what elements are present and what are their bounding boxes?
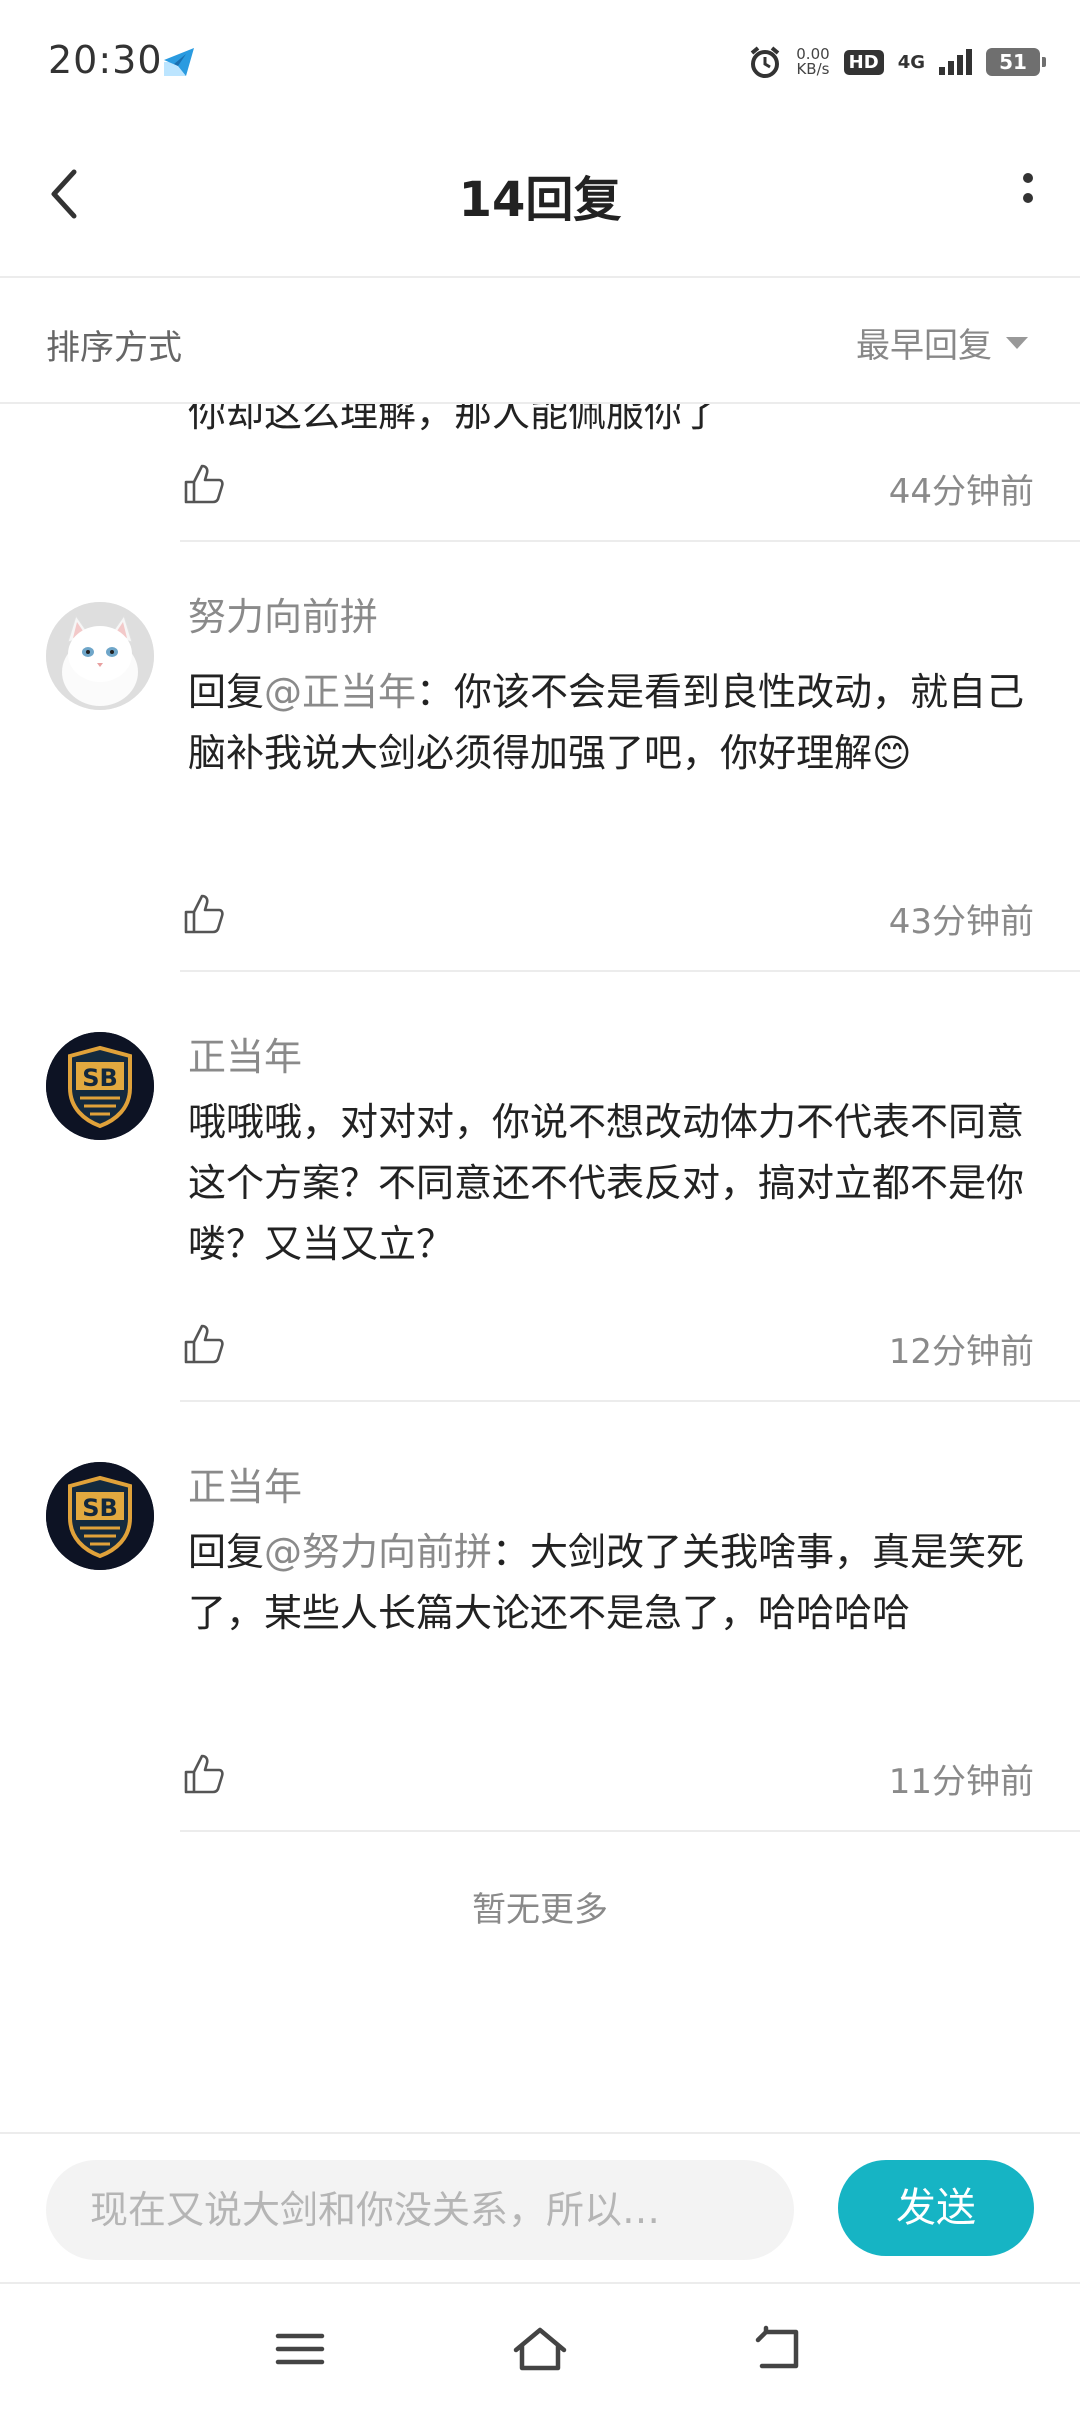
reply-input[interactable]: 现在又说大剑和你没关系，所以… xyxy=(46,2160,794,2260)
reply-time: 44分钟前 xyxy=(888,472,1034,512)
reply-content: 哦哦哦，对对对，你说不想改动体力不代表不同意这个方案？不同意还不代表反对，搞对立… xyxy=(188,1092,1038,1275)
page-title: 14回复 xyxy=(458,172,622,228)
reply-prefix: 回复 xyxy=(188,1530,265,1574)
status-time: 20:30 xyxy=(48,38,163,82)
reply-content: 回复@正当年：你该不会是看到良性改动，就自己脑补我说大剑必须得加强了吧，你好理解… xyxy=(188,662,1038,784)
like-icon[interactable] xyxy=(182,462,226,506)
sort-bar: 排序方式 最早回复 xyxy=(0,278,1080,404)
reply-time: 43分钟前 xyxy=(888,902,1034,942)
reply-author[interactable]: 正当年 xyxy=(188,1026,302,1081)
partial-reply-text: 你却这么理解，那人能佩服你了 xyxy=(188,404,721,435)
sb-shield-avatar-icon: SB xyxy=(46,1462,154,1570)
avatar[interactable] xyxy=(46,602,154,710)
sort-dropdown[interactable]: 最早回复 xyxy=(856,318,1028,367)
system-nav-bar xyxy=(0,2282,1080,2410)
divider xyxy=(180,1400,1080,1402)
avatar[interactable]: SB xyxy=(46,1462,154,1570)
reply-author[interactable]: 正当年 xyxy=(188,1456,302,1511)
back-icon[interactable] xyxy=(750,2324,810,2374)
status-icons: 0.00 KB/s HD 4G 51 xyxy=(748,40,1046,84)
sort-label: 排序方式 xyxy=(46,328,182,368)
send-button[interactable]: 发送 xyxy=(838,2160,1034,2256)
sb-shield-avatar-icon: SB xyxy=(46,1032,154,1140)
status-bar: 20:30 0.00 KB/s HD 4G 51 xyxy=(0,0,1080,120)
reply-time: 12分钟前 xyxy=(888,1332,1034,1372)
more-options-icon[interactable] xyxy=(1016,168,1040,220)
reply-text: 哦哦哦，对对对，你说不想改动体力不代表不同意这个方案？不同意还不代表反对，搞对立… xyxy=(188,1100,1025,1266)
reply-mention[interactable]: @努力向前拼 xyxy=(264,1530,492,1574)
reply-list[interactable]: 你却这么理解，那人能佩服你了 44分钟前 努力向前拼 回复@正当年：你该不会是看… xyxy=(0,404,1080,2104)
reply-mention[interactable]: @正当年 xyxy=(264,670,416,714)
svg-text:SB: SB xyxy=(82,1064,118,1092)
top-app-bar: 14回复 xyxy=(0,120,1080,278)
sort-value: 最早回复 xyxy=(856,326,992,366)
reply-time: 11分钟前 xyxy=(888,1762,1034,1802)
hd-badge: HD xyxy=(843,49,884,75)
like-icon[interactable] xyxy=(182,1322,226,1366)
telegram-icon xyxy=(164,48,194,76)
like-icon[interactable] xyxy=(182,892,226,936)
battery-icon: 51 xyxy=(986,48,1046,76)
divider xyxy=(180,540,1080,542)
battery-level: 51 xyxy=(999,50,1027,74)
alarm-icon xyxy=(750,46,780,78)
network-type: 4G xyxy=(897,51,925,73)
avatar[interactable]: SB xyxy=(46,1032,154,1140)
reply-input-bar: 现在又说大剑和你没关系，所以… 发送 xyxy=(0,2132,1080,2284)
reply-content: 回复@努力向前拼：大剑改了关我啥事，真是笑死了，某些人长篇大论还不是急了，哈哈哈… xyxy=(188,1522,1038,1644)
divider xyxy=(180,1830,1080,1832)
svg-text:SB: SB xyxy=(82,1494,118,1522)
reply-prefix: 回复 xyxy=(188,670,265,714)
signal-icon xyxy=(939,49,972,75)
reply-author[interactable]: 努力向前拼 xyxy=(188,586,378,641)
dropdown-triangle-icon xyxy=(1006,336,1028,349)
white-cat-avatar-icon xyxy=(46,602,154,710)
divider xyxy=(180,970,1080,972)
like-icon[interactable] xyxy=(182,1752,226,1796)
menu-icon[interactable] xyxy=(270,2324,330,2374)
home-icon[interactable] xyxy=(510,2324,570,2374)
network-speed: 0.00 KB/s xyxy=(796,47,829,77)
no-more-text: 暂无更多 xyxy=(472,1890,608,1930)
speed-unit: KB/s xyxy=(796,60,830,78)
